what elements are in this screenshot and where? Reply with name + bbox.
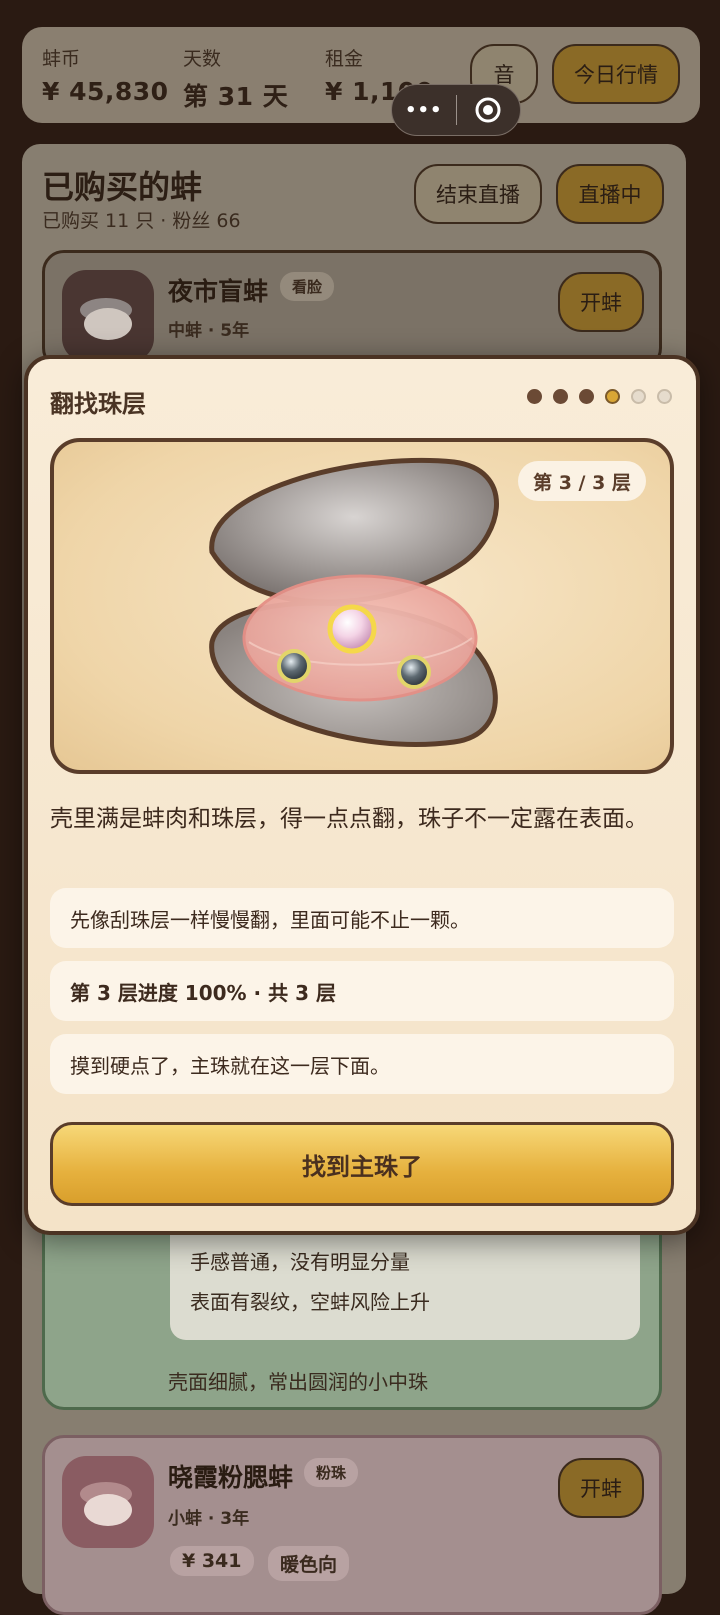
close-target-icon[interactable] [457, 96, 521, 124]
progress-card: 第 3 层进度 100% · 共 3 层 [50, 961, 674, 1021]
coins-stat: 蚌币 ¥ 45,830 [42, 44, 169, 106]
clam-tag: 粉珠 [304, 1458, 359, 1487]
clue-line: 手感普通，没有明显分量 [190, 1250, 410, 1274]
miniprogram-capsule: ••• [391, 84, 521, 136]
rent-label: 租金 [325, 48, 364, 70]
market-button[interactable]: 今日行情 [552, 44, 680, 104]
hint-card: 先像刮珠层一样慢慢翻，里面可能不止一颗。 [50, 888, 674, 948]
clam-name: 晓霞粉腮蚌 [168, 1463, 294, 1492]
clam-note: 壳面细腻，常出圆润的小中珠 [168, 1370, 428, 1394]
layer-badge: 第 3 / 3 层 [518, 461, 646, 501]
clue-line: 表面有裂纹，空蚌风险上升 [190, 1290, 430, 1314]
clam-meta: 中蚌 · 5年 [168, 321, 250, 341]
more-icon[interactable]: ••• [392, 100, 456, 121]
step-dot-current [605, 389, 620, 404]
hint-card: 摸到硬点了，主珠就在这一层下面。 [50, 1034, 674, 1094]
clam-tag: 看脸 [280, 272, 335, 301]
clam-price: ¥ 341 [170, 1546, 254, 1576]
clam-meta: 小蚌 · 3年 [168, 1509, 250, 1529]
step-dot [553, 389, 568, 404]
coins-value: ¥ 45,830 [42, 77, 169, 106]
days-label: 天数 [183, 48, 222, 70]
end-live-button[interactable]: 结束直播 [414, 164, 542, 224]
step-dot [657, 389, 672, 404]
clam-thumbnail [62, 270, 154, 362]
live-button[interactable]: 直播中 [556, 164, 664, 224]
clam-name: 夜市盲蚌 [168, 277, 269, 306]
modal-description: 壳里满是蚌肉和珠层，得一点点翻，珠子不一定露在表面。 [50, 806, 648, 832]
clam-thumbnail [62, 1456, 154, 1548]
step-dot [579, 389, 594, 404]
open-clam-button[interactable]: 开蚌 [558, 272, 644, 332]
step-dot [631, 389, 646, 404]
clam-trait: 暖色向 [268, 1546, 350, 1581]
section-subtitle: 已购买 11 只 · 粉丝 66 [42, 210, 241, 232]
days-stat: 天数 第 31 天 [183, 44, 288, 113]
coins-label: 蚌币 [42, 48, 81, 70]
modal-title: 翻找珠层 [50, 390, 146, 418]
open-clam-button[interactable]: 开蚌 [558, 1458, 644, 1518]
step-dot [527, 389, 542, 404]
section-title: 已购买的蚌 [42, 168, 203, 206]
days-value: 第 31 天 [183, 82, 289, 111]
found-pearl-button[interactable]: 找到主珠了 [50, 1122, 674, 1206]
